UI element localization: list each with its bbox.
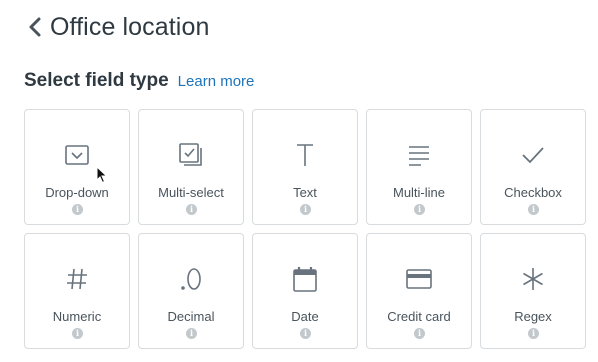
multiline-icon <box>407 144 431 166</box>
field-type-label: Checkbox <box>504 185 562 200</box>
field-type-text[interactable]: Text i <box>252 109 358 225</box>
multiselect-icon <box>177 141 205 169</box>
page-title: Office location <box>50 12 210 41</box>
info-icon[interactable]: i <box>186 328 197 339</box>
page-header: Office location <box>28 10 209 44</box>
field-type-label: Date <box>291 309 319 324</box>
field-type-grid: Drop-down i Multi-select i Text i Multi-… <box>24 109 586 349</box>
field-type-label: Multi-select <box>158 185 224 200</box>
info-icon[interactable]: i <box>72 328 83 339</box>
section-header: Select field type Learn more <box>24 70 254 92</box>
field-type-label: Credit card <box>387 309 451 324</box>
learn-more-link[interactable]: Learn more <box>178 73 255 90</box>
info-icon[interactable]: i <box>528 204 539 215</box>
field-type-label: Numeric <box>52 309 102 324</box>
field-type-dropdown[interactable]: Drop-down i <box>24 109 130 225</box>
info-icon[interactable]: i <box>414 328 425 339</box>
info-icon[interactable]: i <box>72 204 83 215</box>
checkmark-icon <box>520 144 546 166</box>
field-type-multiselect[interactable]: Multi-select i <box>138 109 244 225</box>
field-type-label: Decimal <box>167 309 215 324</box>
field-type-label: Drop-down <box>45 185 109 200</box>
field-type-label: Text <box>293 185 317 200</box>
field-type-multiline[interactable]: Multi-line i <box>366 109 472 225</box>
field-type-regex[interactable]: Regex i <box>480 233 586 349</box>
hash-icon <box>65 267 89 291</box>
decimal-icon <box>179 266 203 292</box>
info-icon[interactable]: i <box>414 204 425 215</box>
dropdown-icon <box>64 144 90 166</box>
info-icon[interactable]: i <box>186 204 197 215</box>
field-type-date[interactable]: Date i <box>252 233 358 349</box>
field-type-label: Regex <box>514 309 552 324</box>
chevron-left-icon[interactable] <box>28 16 42 38</box>
info-icon[interactable]: i <box>300 204 311 215</box>
credit-card-icon <box>405 268 433 290</box>
field-type-decimal[interactable]: Decimal i <box>138 233 244 349</box>
info-icon[interactable]: i <box>528 328 539 339</box>
field-type-credit-card[interactable]: Credit card i <box>366 233 472 349</box>
calendar-icon <box>292 265 318 293</box>
section-title: Select field type <box>24 70 169 91</box>
info-icon[interactable]: i <box>300 328 311 339</box>
field-type-numeric[interactable]: Numeric i <box>24 233 130 349</box>
field-type-label: Multi-line <box>392 185 445 200</box>
field-type-checkbox[interactable]: Checkbox i <box>480 109 586 225</box>
asterisk-icon <box>520 266 546 292</box>
text-icon <box>295 142 315 168</box>
